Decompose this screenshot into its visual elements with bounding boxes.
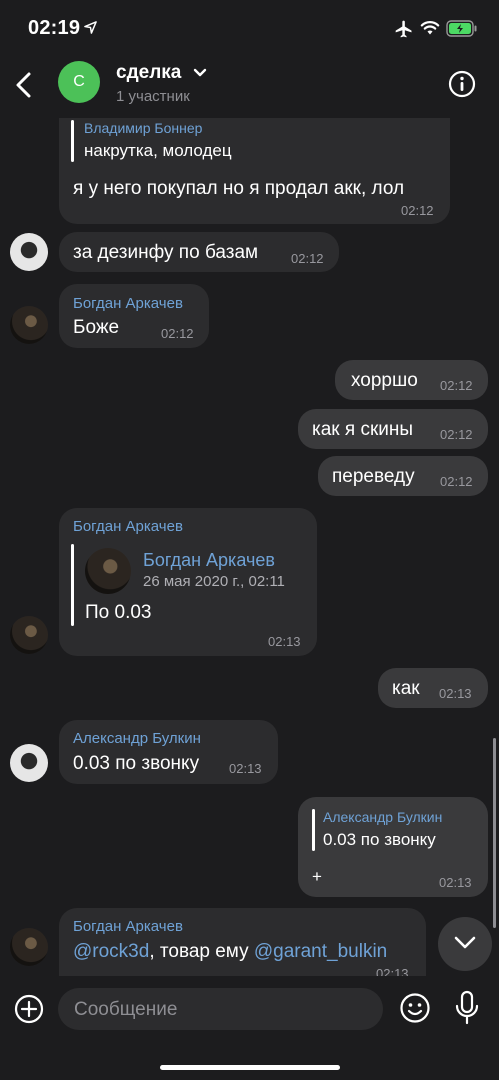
message-bubble[interactable]: переведу 02:12 xyxy=(318,456,488,496)
home-indicator xyxy=(160,1065,340,1070)
emoji-icon[interactable] xyxy=(399,992,431,1024)
scroll-down-button[interactable] xyxy=(438,917,492,971)
message-bubble[interactable]: как я скины 02:12 xyxy=(298,409,488,449)
mention-link[interactable]: @rock3d xyxy=(73,941,149,962)
forwarded-sender: Богдан Аркачев xyxy=(143,550,275,570)
message-time: 02:12 xyxy=(440,427,473,442)
sender-name: Богдан Аркачев xyxy=(73,918,183,935)
message-bubble[interactable]: за дезинфу по базам 02:12 xyxy=(59,232,339,272)
message-time: 02:12 xyxy=(401,203,434,218)
message-time: 02:13 xyxy=(268,634,301,649)
message-text: Боже xyxy=(73,317,120,338)
plus-icon[interactable] xyxy=(14,994,44,1024)
message-bubble[interactable]: Богдан Аркачев @rock3d, товар ему @garan… xyxy=(59,908,426,976)
message-time: 02:12 xyxy=(291,251,324,266)
quote-sender: Александр Булкин xyxy=(323,809,443,825)
message-time: 02:13 xyxy=(229,761,262,776)
message-bubble[interactable]: Владимир Боннер накрутка, молодец я у не… xyxy=(59,100,450,224)
status-time: 02:19 xyxy=(28,17,81,39)
quote-text: 0.03 по звонку xyxy=(323,830,436,849)
microphone-icon[interactable] xyxy=(454,990,480,1026)
chat-subtitle: 1 участник xyxy=(116,88,190,105)
message-text-middle: , товар ему xyxy=(149,941,254,962)
wifi-icon xyxy=(420,21,440,35)
chat-header: С сделка 1 участник xyxy=(0,58,499,118)
message-time: 02:13 xyxy=(376,966,409,976)
info-icon[interactable] xyxy=(448,70,476,98)
sender-name: Александр Булкин xyxy=(73,730,201,747)
avatar[interactable] xyxy=(10,928,48,966)
location-arrow-icon xyxy=(84,21,97,34)
message-bubble[interactable]: Богдан Аркачев Боже 02:12 xyxy=(59,284,209,348)
message-bubble[interactable]: Александр Булкин 0.03 по звонку 02:13 xyxy=(59,720,278,784)
dropdown-chevron-icon[interactable] xyxy=(193,68,207,78)
avatar[interactable] xyxy=(10,744,48,782)
sender-name: Богдан Аркачев xyxy=(73,518,183,535)
forward-bar xyxy=(71,544,74,626)
message-text: @rock3d, товар ему @garant_bulkin xyxy=(73,941,387,963)
message-bubble[interactable]: Александр Булкин 0.03 по звонку + 02:13 xyxy=(298,797,488,897)
quote-bar xyxy=(71,120,74,162)
message-input[interactable] xyxy=(72,988,366,1032)
message-time: 02:12 xyxy=(440,378,473,393)
chat-avatar[interactable]: С xyxy=(58,61,100,103)
avatar[interactable] xyxy=(10,306,48,344)
mention-link[interactable]: @garant_bulkin xyxy=(254,941,387,962)
quote-bar xyxy=(312,809,315,851)
message-bubble[interactable]: хорршо 02:12 xyxy=(335,360,488,400)
quote-text: накрутка, молодец xyxy=(84,141,232,160)
message-bubble[interactable]: Богдан Аркачев Богдан Аркачев 26 мая 202… xyxy=(59,508,317,656)
avatar[interactable] xyxy=(10,233,48,271)
message-input-bar xyxy=(0,978,499,1048)
message-time: 02:12 xyxy=(161,326,194,341)
message-text: я у него покупал но я продал акк, лол xyxy=(73,178,405,199)
message-text: 0.03 по звонку xyxy=(73,753,200,774)
message-time: 02:13 xyxy=(439,875,472,890)
message-text: По 0.03 xyxy=(85,602,152,623)
message-field[interactable] xyxy=(58,988,383,1032)
avatar[interactable] xyxy=(10,616,48,654)
message-time: 02:12 xyxy=(440,474,473,489)
quote-sender: Владимир Боннер xyxy=(84,120,203,136)
status-bar: 02:19 xyxy=(0,0,499,58)
message-bubble[interactable]: как 02:13 xyxy=(378,668,488,708)
scrollbar[interactable] xyxy=(493,738,496,928)
chevron-down-icon xyxy=(454,936,476,949)
airplane-icon xyxy=(395,20,412,38)
chat-avatar-letter: С xyxy=(73,73,85,90)
message-time: 02:13 xyxy=(439,686,472,701)
chat-title[interactable]: сделка xyxy=(116,62,181,84)
battery-icon xyxy=(446,20,477,37)
message-text: как я скины xyxy=(312,419,414,440)
message-text: переведу xyxy=(332,466,415,487)
message-text: за дезинфу по базам xyxy=(73,242,259,263)
message-text: + xyxy=(312,867,322,886)
forwarded-date: 26 мая 2020 г., 02:11 xyxy=(143,573,285,590)
message-text: как xyxy=(392,678,420,699)
forwarded-avatar xyxy=(85,548,131,594)
message-text: хорршо xyxy=(351,370,418,391)
back-chevron-icon[interactable] xyxy=(12,70,36,100)
sender-name: Богдан Аркачев xyxy=(73,295,183,312)
